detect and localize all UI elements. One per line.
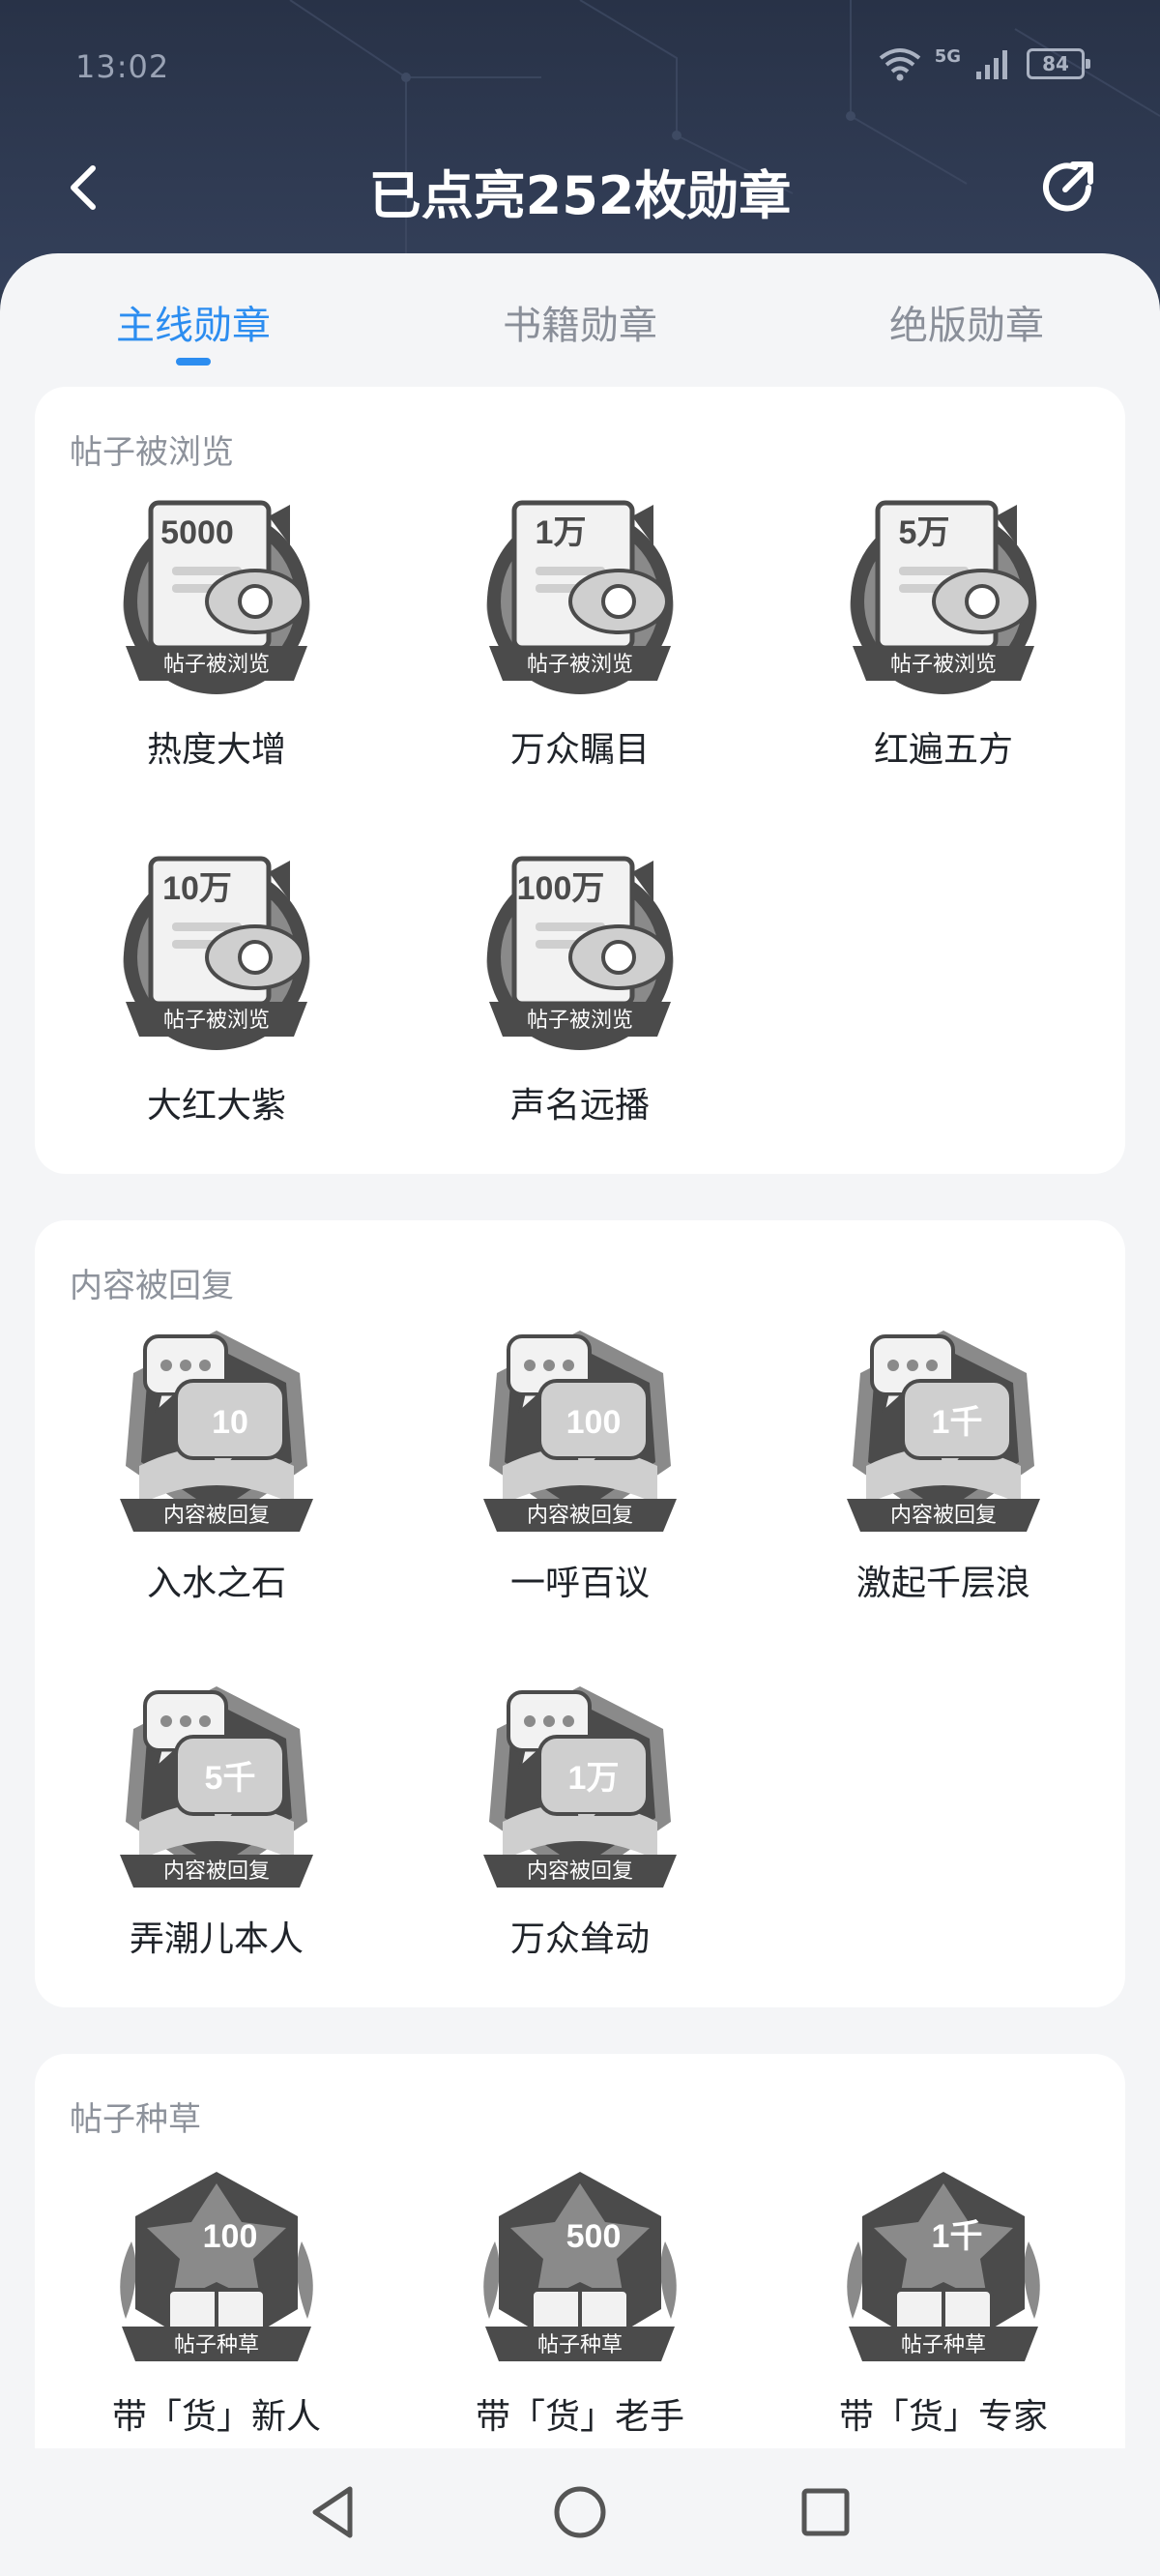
section-content-replies: 内容被回复 10 内容被回复 入水之石 100 内容被回复 一呼百议 1千 内容… bbox=[35, 1220, 1125, 2007]
badge-name: 声名远播 bbox=[509, 1086, 650, 1126]
badge-ribbon-label: 帖子被浏览 bbox=[163, 1009, 270, 1033]
badge-name: 带「货」新人 bbox=[111, 2397, 321, 2437]
badge-name: 入水之石 bbox=[146, 1564, 286, 1603]
badge-value: 5千 bbox=[205, 1760, 256, 1797]
badge-ribbon-label: 帖子被浏览 bbox=[163, 653, 270, 677]
badge-ribbon-label: 帖子种草 bbox=[901, 2333, 986, 2357]
badge-name: 万众瞩目 bbox=[509, 730, 650, 770]
view-badge-icon: 1万 帖子被浏览 bbox=[486, 500, 674, 694]
seed-badge-icon: 500 帖子种草 bbox=[483, 2172, 677, 2361]
tab-main-badges[interactable]: 主线勋章 bbox=[68, 294, 319, 350]
badge-name: 万众耸动 bbox=[509, 1919, 650, 1959]
badge-name: 带「货」老手 bbox=[475, 2397, 684, 2437]
badge-item[interactable]: 100 内容被回复 一呼百议 bbox=[435, 1321, 725, 1605]
badge-ribbon-label: 内容被回复 bbox=[890, 1504, 997, 1528]
badge-ribbon-label: 帖子种草 bbox=[174, 2333, 259, 2357]
system-nav-bar bbox=[0, 2448, 1160, 2576]
badge-value: 1万 bbox=[536, 514, 587, 551]
status-bar: 13:02 5G 84 bbox=[0, 0, 1160, 145]
badge-item[interactable]: 5000 帖子被浏览 热度大增 bbox=[72, 487, 362, 772]
tab-bar: 主线勋章 书籍勋章 绝版勋章 bbox=[0, 253, 1160, 379]
badge-value: 100万 bbox=[517, 870, 605, 907]
badge-value: 10万 bbox=[162, 870, 232, 907]
badge-item[interactable]: 1万 帖子被浏览 万众瞩目 bbox=[435, 487, 725, 772]
badge-value: 500 bbox=[566, 2218, 622, 2255]
status-time: 13:02 bbox=[75, 48, 170, 85]
reply-badge-icon: 5千 内容被回复 bbox=[120, 1686, 313, 1888]
badge-ribbon-label: 帖子被浏览 bbox=[527, 1009, 633, 1033]
battery-icon: 84 bbox=[1027, 48, 1090, 79]
battery-level: 84 bbox=[1042, 52, 1069, 75]
content-sheet: 主线勋章 书籍勋章 绝版勋章 帖子被浏览 5000 帖子被浏览 热度大增 1万 … bbox=[0, 253, 1160, 2448]
network-type: 5G bbox=[934, 45, 961, 67]
section-post-seeding: 帖子种草 100 帖子种草 带「货」新人 500 帖子种草 带「货」老手 1千 … bbox=[35, 2054, 1125, 2448]
seed-badge-icon: 100 帖子种草 bbox=[120, 2172, 313, 2361]
view-badge-icon: 100万 帖子被浏览 bbox=[486, 856, 674, 1050]
badge-item[interactable]: 100 帖子种草 带「货」新人 bbox=[72, 2154, 362, 2439]
badge-item[interactable]: 500 帖子种草 带「货」老手 bbox=[435, 2154, 725, 2439]
badge-ribbon-label: 帖子被浏览 bbox=[890, 653, 997, 677]
badge-name: 激起千层浪 bbox=[856, 1564, 1030, 1603]
badge-name: 一呼百议 bbox=[509, 1564, 650, 1603]
badge-value: 5万 bbox=[899, 514, 950, 551]
badge-item[interactable]: 10 内容被回复 入水之石 bbox=[72, 1321, 362, 1605]
header: 13:02 5G 84 已点亮252枚勋章 bbox=[0, 0, 1160, 290]
badge-item[interactable]: 1千 内容被回复 激起千层浪 bbox=[798, 1321, 1088, 1605]
nav-bar: 已点亮252枚勋章 bbox=[0, 145, 1160, 232]
seed-badge-icon: 1千 帖子种草 bbox=[847, 2172, 1040, 2361]
section-title: 内容被回复 bbox=[70, 1267, 234, 1305]
badge-value: 100 bbox=[203, 2218, 258, 2255]
view-badge-icon: 5000 帖子被浏览 bbox=[123, 500, 310, 694]
reply-badge-icon: 1千 内容被回复 bbox=[847, 1331, 1040, 1532]
view-badge-icon: 5万 帖子被浏览 bbox=[850, 500, 1037, 694]
badge-value: 1万 bbox=[568, 1760, 620, 1797]
badge-item[interactable]: 10万 帖子被浏览 大红大紫 bbox=[72, 843, 362, 1127]
badge-item[interactable]: 5万 帖子被浏览 红遍五方 bbox=[798, 487, 1088, 772]
tab-limited-badges[interactable]: 绝版勋章 bbox=[841, 294, 1092, 350]
badge-value: 1千 bbox=[932, 1404, 983, 1441]
badge-name: 带「货」专家 bbox=[838, 2397, 1048, 2437]
badge-item[interactable]: 5千 内容被回复 弄潮儿本人 bbox=[72, 1677, 362, 1961]
badge-name: 大红大紫 bbox=[146, 1086, 286, 1126]
badge-name: 热度大增 bbox=[146, 730, 286, 770]
wifi-icon bbox=[879, 48, 920, 81]
tab-active-indicator bbox=[176, 358, 211, 366]
reply-badge-icon: 1万 内容被回复 bbox=[483, 1686, 677, 1888]
reply-badge-icon: 100 内容被回复 bbox=[483, 1331, 677, 1532]
section-title: 帖子种草 bbox=[70, 2100, 201, 2139]
badge-name: 弄潮儿本人 bbox=[129, 1919, 304, 1959]
badge-ribbon-label: 帖子被浏览 bbox=[527, 653, 633, 677]
tab-book-badges[interactable]: 书籍勋章 bbox=[454, 294, 706, 350]
section-post-views: 帖子被浏览 5000 帖子被浏览 热度大增 1万 帖子被浏览 万众瞩目 5万 帖… bbox=[35, 387, 1125, 1174]
circle-home-icon[interactable] bbox=[545, 2477, 615, 2547]
signal-icon bbox=[976, 50, 1007, 79]
badge-ribbon-label: 内容被回复 bbox=[527, 1504, 633, 1528]
reply-badge-icon: 10 内容被回复 bbox=[120, 1331, 313, 1532]
badge-item[interactable]: 100万 帖子被浏览 声名远播 bbox=[435, 843, 725, 1127]
badge-value: 5000 bbox=[160, 514, 234, 551]
badge-item[interactable]: 1万 内容被回复 万众耸动 bbox=[435, 1677, 725, 1961]
status-icons: 5G 84 bbox=[879, 45, 1090, 81]
triangle-back-icon[interactable] bbox=[300, 2477, 369, 2547]
badge-ribbon-label: 内容被回复 bbox=[163, 1504, 270, 1528]
view-badge-icon: 10万 帖子被浏览 bbox=[123, 856, 310, 1050]
badge-ribbon-label: 内容被回复 bbox=[527, 1859, 633, 1884]
share-icon[interactable] bbox=[1032, 153, 1102, 222]
badge-name: 红遍五方 bbox=[873, 730, 1013, 770]
badge-ribbon-label: 内容被回复 bbox=[163, 1859, 270, 1884]
square-recent-icon[interactable] bbox=[791, 2477, 860, 2547]
section-title: 帖子被浏览 bbox=[70, 433, 234, 472]
badge-value: 100 bbox=[566, 1404, 622, 1441]
badge-value: 1千 bbox=[932, 2218, 983, 2255]
badge-item[interactable]: 1千 帖子种草 带「货」专家 bbox=[798, 2154, 1088, 2439]
badge-value: 10 bbox=[212, 1404, 248, 1441]
page-title: 已点亮252枚勋章 bbox=[368, 165, 792, 226]
badge-ribbon-label: 帖子种草 bbox=[537, 2333, 623, 2357]
